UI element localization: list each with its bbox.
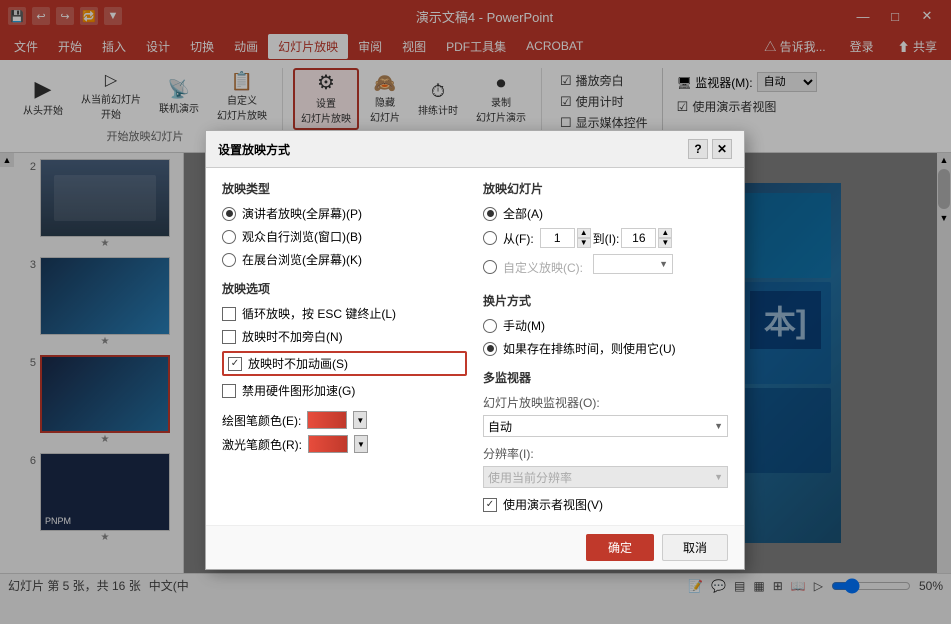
dialog-help-button[interactable]: ? [688, 139, 708, 159]
radio-audience[interactable]: 观众自行浏览(窗口)(B) [222, 228, 467, 245]
pen-color-row: 绘图笔颜色(E): ▼ [222, 411, 467, 429]
check-loop-box[interactable] [222, 307, 236, 321]
radio-timing-label: 如果存在排练时间，则使用它(U) [503, 340, 676, 357]
dialog-close-button[interactable]: ✕ [712, 139, 732, 159]
laser-color-label: 激光笔颜色(R): [222, 436, 302, 453]
radio-custom-label: 自定义放映(C): [503, 259, 583, 276]
radio-audience-label: 观众自行浏览(窗口)(B) [242, 228, 362, 245]
check-no-animation-box[interactable] [228, 357, 242, 371]
to-input[interactable] [621, 228, 656, 248]
radio-manual-label: 手动(M) [503, 317, 545, 334]
cancel-button[interactable]: 取消 [662, 534, 728, 561]
show-monitor-value: 自动 [488, 418, 512, 435]
check-no-animation-label: 放映时不加动画(S) [248, 355, 348, 372]
check-loop[interactable]: 循环放映，按 ESC 键终止(L) [222, 305, 467, 322]
show-type-radios: 演讲者放映(全屏幕)(P) 观众自行浏览(窗口)(B) 在展台浏览(全屏幕)(K… [222, 205, 467, 268]
radio-from[interactable]: 从(F): ▲ ▼ 到(I): ▲ ▼ [483, 228, 728, 248]
monitor-label-row: 幻灯片放映监视器(O): [483, 394, 728, 411]
check-no-animation[interactable]: 放映时不加动画(S) [222, 351, 467, 376]
radio-presenter-label: 演讲者放映(全屏幕)(P) [242, 205, 362, 222]
resolution-dropdown[interactable]: 使用当前分辨率 ▼ [483, 466, 728, 488]
to-spin-up[interactable]: ▲ [658, 228, 672, 238]
show-slides-radios: 全部(A) 从(F): ▲ ▼ 到(I): [483, 205, 728, 280]
radio-audience-btn[interactable] [222, 230, 236, 244]
laser-color-row: 激光笔颜色(R): ▼ [222, 435, 467, 453]
resolution-label-row: 分辨率(I): [483, 445, 728, 462]
to-spin[interactable]: ▲ ▼ [658, 228, 672, 248]
show-slides-title: 放映幻灯片 [483, 180, 728, 197]
check-hw-accel[interactable]: 禁用硬件图形加速(G) [222, 382, 467, 399]
dialog-body: 放映类型 演讲者放映(全屏幕)(P) 观众自行浏览(窗口)(B) 在展台浏览(全… [206, 168, 744, 525]
dialog-overlay: 设置放映方式 ? ✕ 放映类型 演讲者放映(全屏幕)(P) 观 [0, 0, 951, 624]
presenter-view-check-label: 使用演示者视图(V) [503, 496, 603, 513]
pen-color-label: 绘图笔颜色(E): [222, 412, 301, 429]
dialog-right-col: 放映幻灯片 全部(A) 从(F): ▲ ▼ [483, 180, 728, 513]
check-hw-accel-box[interactable] [222, 384, 236, 398]
pen-color-dropdown[interactable]: ▼ [353, 411, 367, 429]
check-no-narration[interactable]: 放映时不加旁白(N) [222, 328, 467, 345]
pen-color-btn[interactable] [307, 411, 347, 429]
radio-kiosk-label: 在展台浏览(全屏幕)(K) [242, 251, 362, 268]
check-no-narration-box[interactable] [222, 330, 236, 344]
radio-kiosk[interactable]: 在展台浏览(全屏幕)(K) [222, 251, 467, 268]
custom-show-arrow: ▼ [659, 259, 668, 269]
laser-color-btn[interactable] [308, 435, 348, 453]
radio-from-btn[interactable] [483, 231, 497, 245]
presenter-view-check-row[interactable]: 使用演示者视图(V) [483, 496, 728, 513]
laser-color-dropdown[interactable]: ▼ [354, 435, 368, 453]
radio-presenter[interactable]: 演讲者放映(全屏幕)(P) [222, 205, 467, 222]
show-options-title: 放映选项 [222, 280, 467, 297]
from-input[interactable] [540, 228, 575, 248]
presenter-view-check-box[interactable] [483, 498, 497, 512]
from-spin-up[interactable]: ▲ [577, 228, 591, 238]
radio-timing[interactable]: 如果存在排练时间，则使用它(U) [483, 340, 728, 357]
multi-monitor-title: 多监视器 [483, 369, 728, 386]
radio-timing-btn[interactable] [483, 342, 497, 356]
show-type-title: 放映类型 [222, 180, 467, 197]
radio-presenter-btn[interactable] [222, 207, 236, 221]
custom-show-dropdown[interactable]: ▼ [593, 254, 673, 274]
advance-title: 换片方式 [483, 292, 728, 309]
confirm-button[interactable]: 确定 [586, 534, 654, 561]
radio-manual-btn[interactable] [483, 319, 497, 333]
dialog-title: 设置放映方式 ? ✕ [206, 131, 744, 168]
to-spin-down[interactable]: ▼ [658, 238, 672, 248]
dialog-title-text: 设置放映方式 [218, 141, 290, 158]
show-monitor-arrow: ▼ [714, 421, 723, 431]
radio-all-btn[interactable] [483, 207, 497, 221]
check-hw-accel-label: 禁用硬件图形加速(G) [242, 382, 355, 399]
from-spin-down[interactable]: ▼ [577, 238, 591, 248]
radio-custom-btn[interactable] [483, 260, 497, 274]
radio-kiosk-btn[interactable] [222, 253, 236, 267]
radio-custom[interactable]: 自定义放映(C): ▼ [483, 254, 728, 280]
resolution-value: 使用当前分辨率 [488, 469, 572, 486]
advance-radios: 手动(M) 如果存在排练时间，则使用它(U) [483, 317, 728, 357]
from-spin[interactable]: ▲ ▼ [577, 228, 591, 248]
resolution-arrow: ▼ [714, 472, 723, 482]
dialog-footer: 确定 取消 [206, 525, 744, 569]
radio-manual[interactable]: 手动(M) [483, 317, 728, 334]
radio-from-label: 从(F): [503, 230, 534, 247]
dialog-left-col: 放映类型 演讲者放映(全屏幕)(P) 观众自行浏览(窗口)(B) 在展台浏览(全… [222, 180, 467, 513]
to-label: 到(I): [593, 230, 620, 247]
show-options-checks: 循环放映，按 ESC 键终止(L) 放映时不加旁白(N) 放映时不加动画(S) … [222, 305, 467, 399]
setup-show-dialog: 设置放映方式 ? ✕ 放映类型 演讲者放映(全屏幕)(P) 观 [205, 130, 745, 570]
check-no-narration-label: 放映时不加旁白(N) [242, 328, 343, 345]
radio-all-label: 全部(A) [503, 205, 543, 222]
radio-all[interactable]: 全部(A) [483, 205, 728, 222]
show-monitor-dropdown[interactable]: 自动 ▼ [483, 415, 728, 437]
dialog-title-buttons: ? ✕ [688, 139, 732, 159]
check-loop-label: 循环放映，按 ESC 键终止(L) [242, 305, 396, 322]
